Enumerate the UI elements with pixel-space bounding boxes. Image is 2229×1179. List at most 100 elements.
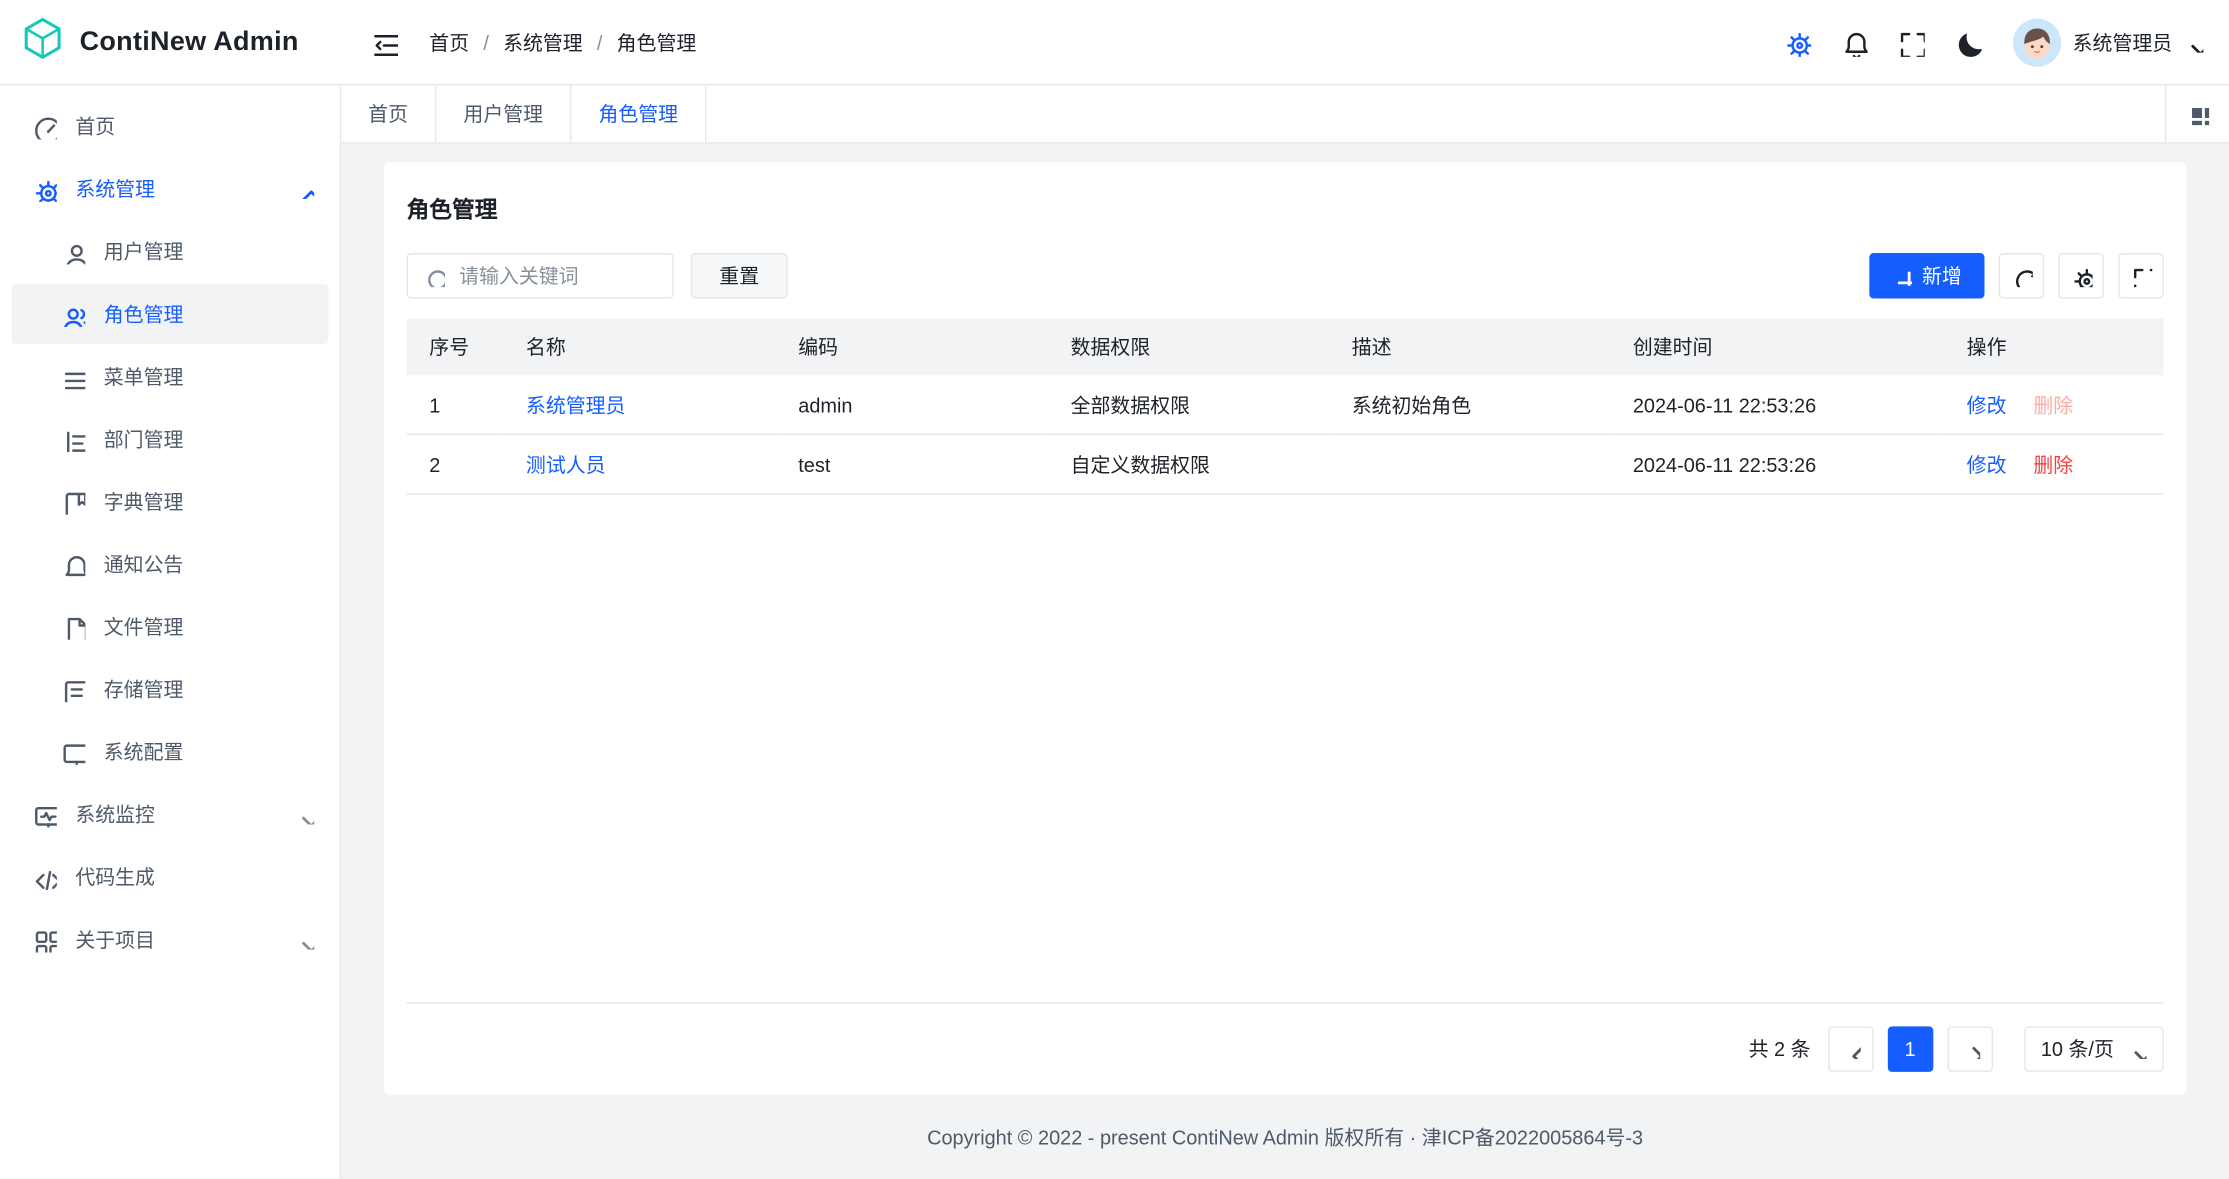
table-header-row: 序号 名称 编码 数据权限 描述 创建时间 操作	[407, 318, 2164, 375]
roles-table-container: 序号 名称 编码 数据权限 描述 创建时间 操作	[407, 318, 2164, 1003]
sidebar-item-home[interactable]: 首页	[11, 97, 328, 157]
page-title: 角色管理	[407, 190, 2164, 224]
sidebar-item-label: 关于项目	[75, 925, 155, 953]
tab-role-management[interactable]: 角色管理	[571, 85, 706, 142]
role-name-link[interactable]: 测试人员	[526, 453, 606, 476]
plus-icon	[1892, 266, 1912, 286]
breadcrumb-item-system[interactable]: 系统管理	[503, 28, 583, 56]
delete-link[interactable]: 删除	[2033, 453, 2073, 476]
column-settings-button[interactable]	[2058, 253, 2103, 298]
col-index: 序号	[407, 318, 504, 375]
sidebar-item-role-management[interactable]: 角色管理	[11, 284, 328, 344]
cell-code: admin	[776, 375, 1048, 434]
top-header: 首页 / 系统管理 / 角色管理	[341, 0, 2229, 85]
tab-user-management[interactable]: 用户管理	[436, 85, 571, 142]
sidebar-item-storage-management[interactable]: 存储管理	[11, 660, 328, 720]
pagination-total: 共 2 条	[1749, 1035, 1811, 1063]
pagination-next-button[interactable]	[1947, 1026, 1992, 1071]
cell-description: 系统初始角色	[1329, 375, 1610, 434]
sidebar-item-dept-management[interactable]: 部门管理	[11, 409, 328, 469]
grid-icon	[2186, 102, 2209, 125]
moon-icon	[1953, 28, 1981, 56]
storage-icon	[60, 677, 86, 703]
bell-icon	[60, 552, 86, 578]
app-layout: ContiNew Admin 首页 / 系统管理 / 角色管理	[0, 0, 2229, 1178]
file-icon	[60, 614, 86, 640]
col-name: 名称	[503, 318, 775, 375]
sidebar-collapse-button[interactable]	[361, 19, 406, 64]
sidebar-item-system-monitor[interactable]: 系统监控	[11, 785, 328, 845]
monitor-icon	[31, 802, 57, 828]
pagination-prev-button[interactable]	[1828, 1026, 1873, 1071]
cell-scope: 全部数据权限	[1048, 375, 1329, 434]
theme-settings-button[interactable]	[1774, 19, 1819, 64]
breadcrumb-separator: /	[597, 31, 603, 54]
chevron-down-icon	[294, 805, 314, 825]
list-icon	[60, 364, 86, 390]
sidebar-item-notice[interactable]: 通知公告	[11, 535, 328, 595]
table-fullscreen-button[interactable]	[2118, 253, 2163, 298]
app-title: ContiNew Admin	[80, 26, 299, 57]
delete-link: 删除	[2033, 393, 2073, 416]
sidebar-item-label: 系统监控	[75, 800, 155, 828]
sidebar-item-user-management[interactable]: 用户管理	[11, 222, 328, 282]
breadcrumb-item-role[interactable]: 角色管理	[617, 28, 697, 56]
notifications-button[interactable]	[1831, 19, 1876, 64]
book-icon	[60, 489, 86, 515]
pagination-page-1[interactable]: 1	[1887, 1026, 1932, 1071]
sidebar-item-label: 通知公告	[104, 550, 184, 578]
sidebar-item-file-management[interactable]: 文件管理	[11, 597, 328, 657]
sidebar-item-label: 代码生成	[75, 863, 155, 891]
dark-mode-toggle[interactable]	[1945, 19, 1990, 64]
dashboard-icon	[31, 114, 57, 140]
users-icon	[60, 301, 86, 327]
cell-created-at: 2024-06-11 22:53:26	[1610, 375, 1944, 434]
reset-button[interactable]: 重置	[691, 253, 788, 298]
role-management-card: 角色管理 重置	[384, 162, 2187, 1095]
cell-created-at: 2024-06-11 22:53:26	[1610, 434, 1944, 494]
tab-home[interactable]: 首页	[341, 85, 436, 142]
page-size-select[interactable]: 10 条/页	[2024, 1026, 2164, 1071]
logo-icon	[20, 16, 65, 69]
app-logo: ContiNew Admin	[0, 0, 341, 85]
tab-options-button[interactable]	[2165, 85, 2229, 142]
footer: Copyright © 2022 - present ContiNew Admi…	[341, 1095, 2229, 1179]
keyword-search	[407, 253, 674, 298]
avatar	[2013, 18, 2061, 66]
fullscreen-button[interactable]	[1888, 19, 1933, 64]
sidebar-item-menu-management[interactable]: 菜单管理	[11, 347, 328, 407]
add-button[interactable]: 新增	[1869, 253, 1984, 298]
role-name-link[interactable]: 系统管理员	[526, 393, 626, 416]
cell-index: 1	[407, 375, 504, 434]
table-actions: 新增	[1869, 253, 2163, 298]
col-code: 编码	[776, 318, 1048, 375]
sidebar-item-about[interactable]: 关于项目	[11, 910, 328, 970]
sidebar-item-label: 系统管理	[75, 175, 155, 203]
copyright-text: Copyright © 2022 - present ContiNew Admi…	[927, 1122, 1643, 1150]
cell-code: test	[776, 434, 1048, 494]
gear-icon	[2070, 264, 2093, 287]
header-actions: 系统管理员	[1774, 18, 2203, 66]
edit-link[interactable]: 修改	[1967, 393, 2007, 416]
user-menu[interactable]: 系统管理员	[2013, 18, 2203, 66]
bell-icon	[1839, 28, 1867, 56]
chevron-left-icon	[1840, 1039, 1860, 1059]
edit-link[interactable]: 修改	[1967, 453, 2007, 476]
sidebar-item-system-config[interactable]: 系统配置	[11, 722, 328, 782]
menu-collapse-icon	[370, 28, 398, 56]
page-content: 角色管理 重置	[341, 144, 2229, 1095]
table-row: 2 测试人员 test 自定义数据权限 2024-06-11 22:53:26 …	[407, 434, 2164, 494]
sidebar-item-code-generation[interactable]: 代码生成	[11, 847, 328, 907]
refresh-icon	[2010, 264, 2033, 287]
breadcrumb-item-home[interactable]: 首页	[429, 28, 469, 56]
search-input[interactable]	[456, 263, 658, 289]
sidebar: 首页 系统管理 用户管理	[0, 85, 341, 1178]
refresh-button[interactable]	[1999, 253, 2044, 298]
col-actions: 操作	[1944, 318, 2164, 375]
sidebar-item-label: 角色管理	[104, 300, 184, 328]
sidebar-item-dict-management[interactable]: 字典管理	[11, 472, 328, 532]
col-created-at: 创建时间	[1610, 318, 1944, 375]
fullscreen-icon	[2129, 264, 2152, 287]
chevron-right-icon	[1960, 1039, 1980, 1059]
sidebar-item-system-management[interactable]: 系统管理	[11, 159, 328, 219]
